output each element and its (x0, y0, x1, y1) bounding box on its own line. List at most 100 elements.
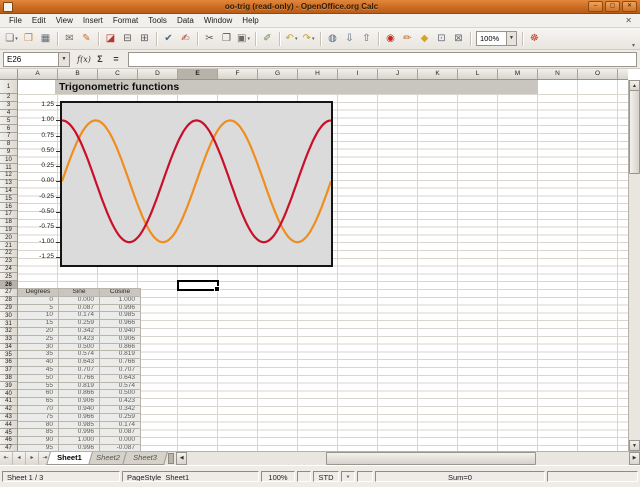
gallery-button[interactable]: ◉ (382, 30, 399, 47)
table-cell[interactable]: 1.000 (100, 297, 140, 304)
row-header-24[interactable]: 24 (0, 266, 17, 274)
row-header-12[interactable]: 12 (0, 172, 17, 180)
column-header-D[interactable]: D (138, 69, 178, 79)
previous-sheet-icon[interactable]: ◂ (13, 452, 26, 465)
sheet-tab-sheet3[interactable]: Sheet3 (123, 452, 169, 465)
table-cell[interactable]: 0.000 (100, 437, 140, 444)
paste-dropdown-icon[interactable]: ▾ (247, 36, 250, 42)
column-header-J[interactable]: J (378, 69, 418, 79)
menu-window[interactable]: Window (199, 15, 237, 27)
table-cell[interactable]: 50 (18, 375, 58, 382)
name-box[interactable]: E26 ▼ (3, 52, 70, 67)
table-cell[interactable]: 0.500 (100, 390, 140, 397)
tab-scrollbar-splitter[interactable] (168, 453, 174, 464)
table-cell[interactable]: 0.174 (59, 312, 99, 319)
table-cell[interactable]: 1.000 (59, 437, 99, 444)
table-cell[interactable]: 35 (18, 351, 58, 358)
scroll-right-icon[interactable]: ▶ (629, 452, 640, 465)
undo-dropdown-icon[interactable]: ▾ (295, 36, 298, 42)
row-header-39[interactable]: 39 (0, 382, 17, 390)
redo-dropdown-icon[interactable]: ▾ (312, 36, 315, 42)
table-cell[interactable]: 0.996 (100, 305, 140, 312)
menu-data[interactable]: Data (172, 15, 199, 27)
row-header-34[interactable]: 34 (0, 344, 17, 352)
status-page-style[interactable]: PageStyle_Sheet1 (122, 471, 259, 482)
row-header-40[interactable]: 40 (0, 390, 17, 398)
table-cell[interactable]: 0.996 (59, 429, 99, 436)
row-header-5[interactable]: 5 (0, 117, 17, 125)
row-header-25[interactable]: 25 (0, 273, 17, 281)
column-header-H[interactable]: H (298, 69, 338, 79)
status-zoom[interactable]: 100% (261, 471, 295, 482)
print-button[interactable]: ⊟ (119, 30, 136, 47)
new-document-button[interactable]: ❏▾ (3, 30, 20, 47)
draw-functions-button[interactable]: ✏ (399, 30, 416, 47)
table-cell[interactable]: 0.087 (59, 305, 99, 312)
open-button[interactable]: ❒ (20, 30, 37, 47)
row-header-42[interactable]: 42 (0, 406, 17, 414)
zoom-select[interactable]: 100%▼ (476, 31, 517, 46)
row-header-11[interactable]: 11 (0, 164, 17, 172)
row-header-21[interactable]: 21 (0, 242, 17, 250)
status-mode[interactable]: STD (313, 471, 339, 482)
row-header-35[interactable]: 35 (0, 351, 17, 359)
menu-tools[interactable]: Tools (143, 15, 172, 27)
table-cell[interactable]: 0.643 (100, 375, 140, 382)
table-cell[interactable]: 0.423 (100, 398, 140, 405)
row-header-22[interactable]: 22 (0, 250, 17, 258)
table-cell[interactable]: 65 (18, 398, 58, 405)
table-cell[interactable]: 45 (18, 367, 58, 374)
row-header-46[interactable]: 46 (0, 437, 17, 445)
table-cell[interactable]: 30 (18, 344, 58, 351)
sheet-title-cell[interactable]: Trigonometric functions (55, 80, 538, 94)
table-cell[interactable]: 0.500 (59, 344, 99, 351)
table-cell[interactable]: 85 (18, 429, 58, 436)
cell-grid[interactable]: Trigonometric functions 1.251.000.750.50… (18, 80, 628, 451)
table-cell[interactable]: 0.574 (100, 383, 140, 390)
row-header-31[interactable]: 31 (0, 320, 17, 328)
formula-input-line[interactable] (128, 52, 637, 67)
chart-object[interactable] (60, 101, 333, 267)
row-header-17[interactable]: 17 (0, 211, 17, 219)
table-cell[interactable]: 0.940 (59, 406, 99, 413)
table-cell[interactable]: 0.906 (100, 336, 140, 343)
table-cell[interactable]: 0.866 (100, 344, 140, 351)
column-header-L[interactable]: L (458, 69, 498, 79)
help-button[interactable]: ☸ (526, 30, 543, 47)
row-header-38[interactable]: 38 (0, 375, 17, 383)
paste-button[interactable]: ▣▾ (235, 30, 252, 47)
table-cell[interactable]: 0.342 (59, 328, 99, 335)
table-cell[interactable]: 5 (18, 305, 58, 312)
table-cell[interactable]: 0.766 (59, 375, 99, 382)
column-header-O[interactable]: O (578, 69, 618, 79)
email-button[interactable]: ✉ (61, 30, 78, 47)
horizontal-scrollbar-thumb[interactable] (326, 452, 536, 465)
table-cell[interactable]: 40 (18, 359, 58, 366)
table-cell[interactable]: 90 (18, 437, 58, 444)
toolbar-more-button[interactable]: ▾ (630, 42, 637, 49)
row-header-45[interactable]: 45 (0, 429, 17, 437)
table-cell[interactable]: 0.707 (59, 367, 99, 374)
row-header-19[interactable]: 19 (0, 227, 17, 235)
column-header-F[interactable]: F (218, 69, 258, 79)
table-cell[interactable]: 0.906 (59, 398, 99, 405)
table-cell[interactable]: 15 (18, 320, 58, 327)
close-button[interactable]: ✕ (622, 1, 637, 12)
name-box-dropdown-icon[interactable]: ▼ (58, 53, 69, 66)
menu-help[interactable]: Help (237, 15, 263, 27)
row-header-14[interactable]: 14 (0, 188, 17, 196)
table-cell[interactable]: 0.000 (59, 297, 99, 304)
scroll-down-icon[interactable]: ▼ (629, 440, 640, 451)
table-cell[interactable]: 0.985 (100, 312, 140, 319)
menu-view[interactable]: View (51, 15, 78, 27)
first-sheet-icon[interactable]: ⇤ (0, 452, 13, 465)
row-header-10[interactable]: 10 (0, 156, 17, 164)
table-cell[interactable]: 0 (18, 297, 58, 304)
page-preview-button[interactable]: ⊞ (136, 30, 153, 47)
table-cell[interactable]: 0.643 (59, 359, 99, 366)
column-header-C[interactable]: C (98, 69, 138, 79)
row-header-1[interactable]: 1 (0, 80, 17, 94)
table-cell[interactable]: 0.819 (59, 383, 99, 390)
undo-button[interactable]: ↶▾ (283, 30, 300, 47)
row-header-18[interactable]: 18 (0, 219, 17, 227)
